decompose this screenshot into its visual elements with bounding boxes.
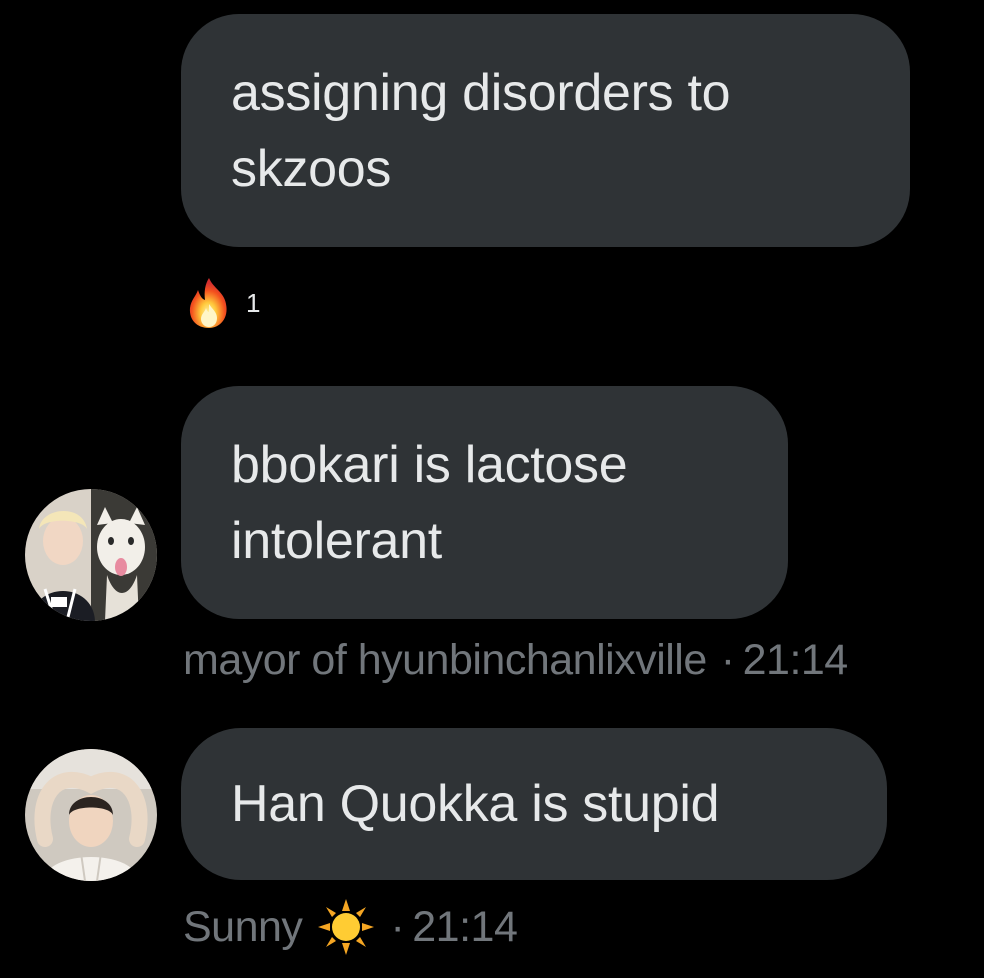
message-text-line: skzoos bbox=[231, 139, 392, 198]
avatar[interactable] bbox=[25, 489, 157, 621]
message-meta: Sunny · 21:14 bbox=[183, 897, 518, 957]
sender-name[interactable]: Sunny bbox=[183, 903, 303, 952]
meta-separator: · bbox=[390, 902, 405, 951]
message-bubble[interactable]: assigning disorders to skzoos bbox=[181, 14, 910, 247]
reaction-count: 1 bbox=[246, 287, 261, 318]
message-text-line: bbokari is lactose bbox=[231, 435, 628, 494]
avatar[interactable] bbox=[25, 749, 157, 881]
message-time: 21:14 bbox=[742, 636, 849, 684]
message-text-line: assigning disorders to bbox=[231, 63, 731, 122]
message-text-line: intolerant bbox=[231, 511, 442, 570]
avatar-person-heart-hands-icon bbox=[25, 749, 157, 881]
avatar-person-with-cat-icon bbox=[25, 489, 157, 621]
message-text-line: Han Quokka is stupid bbox=[231, 775, 720, 833]
message-time: 21:14 bbox=[412, 902, 518, 951]
message-meta: mayor of hyunbinchanlixville · 21:14 bbox=[183, 636, 848, 685]
meta-separator: · bbox=[720, 636, 735, 684]
message-bubble[interactable]: Han Quokka is stupid bbox=[181, 728, 887, 880]
message-bubble[interactable]: bbokari is lactose intolerant bbox=[181, 386, 788, 619]
sender-name[interactable]: mayor of hyunbinchanlixville bbox=[183, 636, 707, 685]
fire-emoji-icon bbox=[189, 278, 227, 328]
sun-emoji-icon bbox=[318, 899, 375, 955]
reaction-badge[interactable]: 1 bbox=[184, 276, 260, 330]
